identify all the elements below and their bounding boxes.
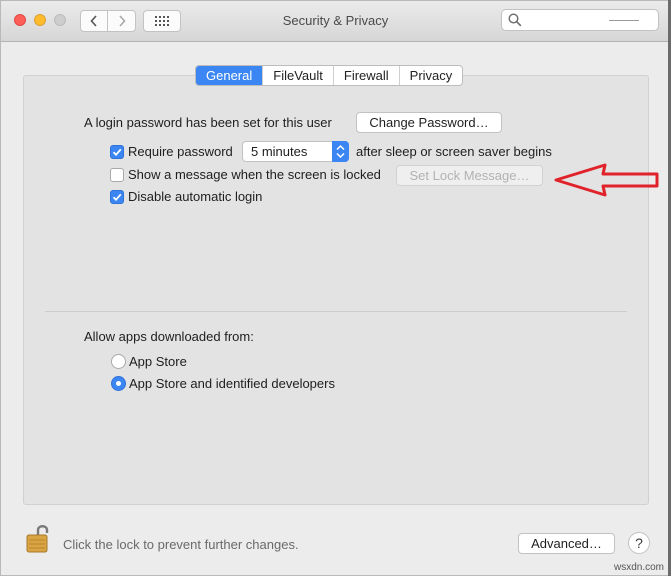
set-lock-message-button[interactable]: Set Lock Message…: [396, 165, 543, 186]
search-underline: [609, 20, 639, 21]
require-password-checkbox[interactable]: [110, 145, 124, 159]
tab-bar: General FileVault Firewall Privacy: [195, 65, 464, 86]
tab-general[interactable]: General: [196, 66, 263, 85]
annotation-arrow-icon: [554, 163, 659, 197]
radio-app-store-label: App Store: [129, 354, 187, 369]
select-stepper: [332, 141, 349, 162]
allow-apps-heading: Allow apps downloaded from:: [84, 329, 254, 344]
show-message-checkbox[interactable]: [110, 168, 124, 182]
lock-icon[interactable]: [26, 522, 52, 554]
section-divider: [45, 311, 627, 312]
select-value: 5 minutes: [251, 144, 308, 159]
advanced-button[interactable]: Advanced…: [518, 533, 615, 554]
search-icon: [508, 13, 522, 27]
require-password-delay-select[interactable]: 5 minutes: [242, 141, 349, 162]
chevron-up-down-icon: [336, 144, 345, 159]
tab-firewall[interactable]: Firewall: [332, 66, 399, 85]
radio-app-store-identified-label: App Store and identified developers: [129, 376, 335, 391]
watermark: wsxdn.com: [614, 562, 665, 573]
tab-privacy[interactable]: Privacy: [398, 66, 463, 85]
checkmark-icon: [112, 148, 122, 157]
disable-auto-login-checkbox[interactable]: [110, 190, 124, 204]
radio-app-store[interactable]: [111, 354, 126, 369]
login-password-text: A login password has been set for this u…: [84, 115, 332, 130]
change-password-button[interactable]: Change Password…: [356, 112, 502, 133]
disable-auto-login-label: Disable automatic login: [128, 189, 263, 204]
lock-status-text: Click the lock to prevent further change…: [63, 537, 299, 552]
title-bar: Security & Privacy: [1, 1, 670, 42]
show-message-label: Show a message when the screen is locked: [128, 167, 381, 182]
checkmark-icon: [112, 193, 122, 202]
require-password-label: Require password: [128, 144, 233, 159]
help-button[interactable]: ?: [628, 532, 650, 554]
tab-filevault[interactable]: FileVault: [262, 66, 333, 85]
require-password-suffix: after sleep or screen saver begins: [356, 144, 552, 159]
search-field[interactable]: [501, 9, 659, 31]
general-panel: [23, 75, 649, 505]
security-privacy-window: Security & Privacy General FileVault Fir…: [0, 0, 671, 576]
radio-app-store-identified[interactable]: [111, 376, 126, 391]
